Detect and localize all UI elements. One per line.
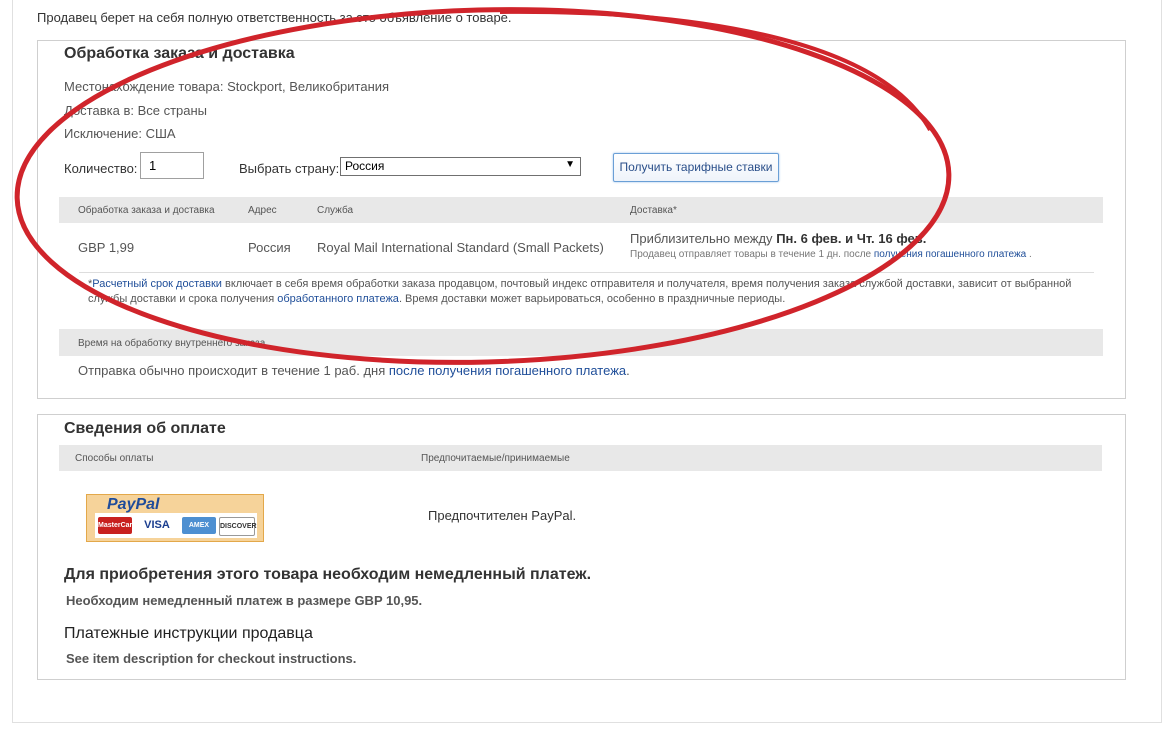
shipping-title: Обработка заказа и доставка	[64, 45, 295, 62]
chevron-down-icon: ▼	[565, 159, 575, 170]
handling-suffix: .	[626, 363, 630, 378]
processed-payment-link[interactable]: обработанного платежа	[277, 293, 399, 305]
delivery-note: *Расчетный срок доставки включает в себя…	[88, 277, 1098, 307]
seller-disclaimer: Продавец берет на себя полную ответствен…	[37, 10, 512, 25]
delivery-sub-prefix: Продавец отправляет товары в течение 1 д…	[630, 249, 872, 260]
country-select[interactable]: Россия ▼	[340, 157, 581, 176]
delivery-dates: Пн. 6 фев. и Чт. 16 фев.	[776, 231, 927, 246]
payment-title: Сведения об оплате	[64, 420, 226, 437]
handling-header-label: Время на обработку внутреннего заказа	[78, 338, 266, 349]
row-divider	[79, 272, 1094, 273]
country-label: Выбрать страну:	[239, 161, 340, 176]
excludes: Исключение: США	[64, 126, 176, 141]
delivery-estimate: Приблизительно между Пн. 6 фев. и Чт. 16…	[630, 231, 926, 246]
get-rates-button[interactable]: Получить тарифные ставки	[613, 153, 779, 182]
country-select-value: Россия	[345, 159, 385, 173]
card-logos: MasterCard VISA AMEX DISCOVER	[95, 513, 257, 538]
shipping-cost: GBP 1,99	[78, 240, 135, 255]
col-header-methods: Способы оплаты	[75, 453, 154, 464]
note-text-2: . Время доставки может варьироваться, ос…	[398, 293, 786, 305]
mastercard-icon: MasterCard	[98, 517, 137, 534]
immediate-payment-title: Для приобретения этого товара необходим …	[64, 566, 592, 583]
instructions-text: See item description for checkout instru…	[66, 651, 357, 666]
handling-payment-link[interactable]: после получения погашенного платежа	[389, 363, 626, 378]
col-header-preferred: Предпочитаемые/принимаемые	[421, 453, 570, 464]
quantity-label: Количество:	[64, 161, 138, 176]
col-header-cost: Обработка заказа и доставка	[78, 205, 215, 216]
discover-icon: DISCOVER	[219, 517, 257, 536]
quantity-input[interactable]	[140, 152, 204, 179]
estimated-delivery-link[interactable]: Расчетный срок доставки	[92, 278, 222, 290]
shipping-panel: Обработка заказа и доставка Местонахожде…	[37, 40, 1126, 399]
payment-table-header: Способы оплаты Предпочитаемые/принимаемы…	[59, 445, 1102, 471]
handling-text-prefix: Отправка обычно происходит в течение 1 р…	[78, 363, 389, 378]
shipping-table-header: Обработка заказа и доставка Адрес Служба…	[59, 197, 1103, 223]
preferred-method: Предпочтителен PayPal.	[428, 508, 577, 523]
handling-text: Отправка обычно происходит в течение 1 р…	[78, 363, 630, 378]
delivery-prefix: Приблизительно между	[630, 231, 773, 246]
immediate-payment-text: Необходим немедленный платеж в размере G…	[66, 593, 423, 608]
payment-panel: Сведения об оплате Способы оплаты Предпо…	[37, 414, 1126, 680]
instructions-title: Платежные инструкции продавца	[64, 625, 313, 642]
delivery-subtext: Продавец отправляет товары в течение 1 д…	[630, 249, 1032, 260]
paypal-wordmark: PayPal	[107, 496, 160, 513]
shipping-address: Россия	[248, 240, 291, 255]
paypal-logo: PayPal MasterCard VISA AMEX DISCOVER	[86, 494, 264, 542]
handling-header: Время на обработку внутреннего заказа	[59, 329, 1103, 356]
col-header-service: Служба	[317, 205, 354, 216]
visa-icon: VISA	[140, 517, 174, 534]
col-header-delivery: Доставка*	[630, 205, 677, 216]
item-location: Местонахождение товара: Stockport, Велик…	[64, 79, 390, 94]
amex-icon: AMEX	[182, 517, 216, 534]
shipping-service: Royal Mail International Standard (Small…	[317, 240, 604, 255]
col-header-address: Адрес	[248, 205, 277, 216]
delivery-sub-suffix: .	[1029, 249, 1032, 260]
ships-to: Доставка в: Все страны	[64, 103, 208, 118]
payment-received-link[interactable]: получения погашенного платежа	[874, 249, 1026, 260]
